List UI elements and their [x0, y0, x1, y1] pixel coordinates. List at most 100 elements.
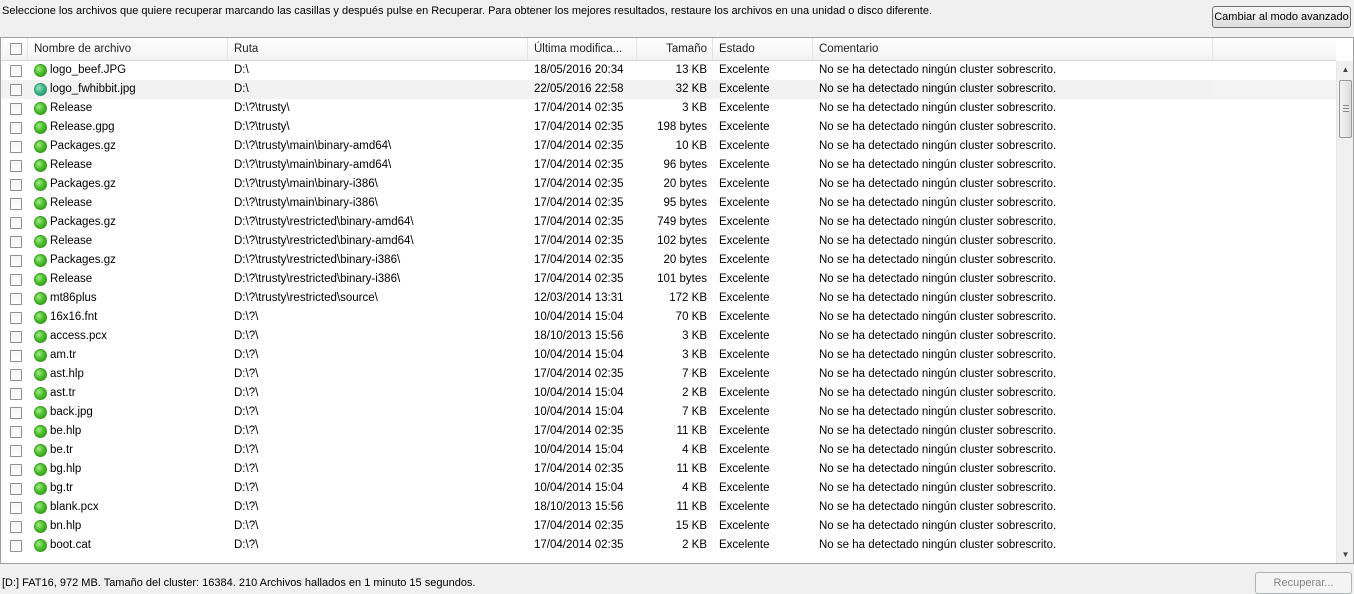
file-name: Release: [50, 235, 93, 247]
file-name: Release.gpg: [50, 121, 115, 133]
row-checkbox[interactable]: [10, 274, 22, 286]
table-row[interactable]: be.hlp D:\?\ 17/04/2014 02:35 11 KB Excelent…: [1, 422, 1336, 441]
table-row[interactable]: Packages.gz D:\?\trusty\main\binary-amd64…: [1, 137, 1336, 156]
file-date: 18/05/2016 20:34: [534, 64, 624, 76]
row-checkbox[interactable]: [10, 312, 22, 324]
scrollbar-thumb[interactable]: [1339, 80, 1352, 138]
file-state: Excelente: [719, 330, 770, 342]
table-row[interactable]: boot.cat D:\?\ 17/04/2014 02:35 2 KB Excelen…: [1, 536, 1336, 555]
row-checkbox[interactable]: [10, 388, 22, 400]
table-row[interactable]: be.tr D:\?\ 10/04/2014 15:04 4 KB Excelente N…: [1, 441, 1336, 460]
table-row[interactable]: back.jpg D:\?\ 10/04/2014 15:04 7 KB Excelen…: [1, 403, 1336, 422]
table-row[interactable]: bg.tr D:\?\ 10/04/2014 15:04 4 KB Excelente N…: [1, 479, 1336, 498]
row-checkbox[interactable]: [10, 255, 22, 267]
row-checkbox[interactable]: [10, 426, 22, 438]
table-row[interactable]: Packages.gz D:\?\trusty\restricted\binary…: [1, 251, 1336, 270]
row-checkbox[interactable]: [10, 445, 22, 457]
file-comment: No se ha detectado ningún cluster sobres…: [819, 425, 1057, 437]
table-row[interactable]: Release D:\?\trusty\restricted\binary-i38…: [1, 270, 1336, 289]
row-checkbox[interactable]: [10, 502, 22, 514]
table-row[interactable]: Release D:\?\trusty\ 17/04/2014 02:35 3 KB E…: [1, 99, 1336, 118]
file-state: Excelente: [719, 254, 770, 266]
row-checkbox[interactable]: [10, 464, 22, 476]
row-checkbox[interactable]: [10, 141, 22, 153]
table-row[interactable]: ast.tr D:\?\ 10/04/2014 15:04 2 KB Excelente…: [1, 384, 1336, 403]
column-header-state[interactable]: Estado: [713, 38, 813, 60]
file-size: 10 KB: [675, 140, 707, 152]
file-state: Excelente: [719, 425, 770, 437]
table-row[interactable]: ast.hlp D:\?\ 17/04/2014 02:35 7 KB Excelent…: [1, 365, 1336, 384]
row-checkbox[interactable]: [10, 103, 22, 115]
row-checkbox[interactable]: [10, 521, 22, 533]
scroll-down-arrow-icon[interactable]: ▼: [1337, 546, 1353, 563]
column-header-path[interactable]: Ruta: [228, 38, 528, 60]
table-row[interactable]: Release D:\?\trusty\main\binary-i386\ 17/0…: [1, 194, 1336, 213]
advanced-mode-button[interactable]: Cambiar al modo avanzado: [1212, 6, 1351, 28]
row-checkbox[interactable]: [10, 369, 22, 381]
table-row[interactable]: Release D:\?\trusty\restricted\binary-amd…: [1, 232, 1336, 251]
row-checkbox[interactable]: [10, 122, 22, 134]
status-ok-icon: [34, 520, 47, 533]
file-name: back.jpg: [50, 406, 93, 418]
row-checkbox[interactable]: [10, 179, 22, 191]
table-row[interactable]: access.pcx D:\?\ 18/10/2013 15:56 3 KB Excel…: [1, 327, 1336, 346]
file-comment: No se ha detectado ningún cluster sobres…: [819, 501, 1057, 513]
status-ok-icon: [34, 463, 47, 476]
select-all-checkbox[interactable]: [10, 43, 22, 55]
row-checkbox[interactable]: [10, 217, 22, 229]
table-row[interactable]: Release.gpg D:\?\trusty\ 17/04/2014 02:35 1…: [1, 118, 1336, 137]
file-name: Release: [50, 159, 93, 171]
table-row[interactable]: blank.pcx D:\?\ 18/10/2013 15:56 11 KB Excel…: [1, 498, 1336, 517]
row-checkbox[interactable]: [10, 293, 22, 305]
file-size: 2 KB: [682, 387, 707, 399]
column-header-date[interactable]: Última modifica...: [528, 38, 637, 60]
table-row[interactable]: bg.hlp D:\?\ 17/04/2014 02:35 11 KB Excelent…: [1, 460, 1336, 479]
file-list[interactable]: Nombre de archivo Ruta Última modifica..…: [0, 37, 1354, 564]
file-comment: No se ha detectado ningún cluster sobres…: [819, 159, 1057, 171]
file-date: 17/04/2014 02:35: [534, 140, 624, 152]
file-path: D:\?\: [234, 368, 259, 380]
row-checkbox[interactable]: [10, 350, 22, 362]
column-header-size[interactable]: Tamaño: [637, 38, 713, 60]
row-checkbox[interactable]: [10, 483, 22, 495]
table-row[interactable]: Packages.gz D:\?\trusty\restricted\binary…: [1, 213, 1336, 232]
table-row[interactable]: logo_fwhibbit.jpg D:\ 22/05/2016 22:58 32 K…: [1, 80, 1336, 99]
row-checkbox[interactable]: [10, 65, 22, 77]
table-row[interactable]: logo_beef.JPG D:\ 18/05/2016 20:34 13 KB Exc…: [1, 61, 1336, 80]
file-name: logo_fwhibbit.jpg: [50, 83, 136, 95]
table-row[interactable]: 16x16.fnt D:\?\ 10/04/2014 15:04 70 KB Excel…: [1, 308, 1336, 327]
row-checkbox[interactable]: [10, 540, 22, 552]
file-size: 172 KB: [669, 292, 707, 304]
row-checkbox[interactable]: [10, 236, 22, 248]
file-comment: No se ha detectado ningún cluster sobres…: [819, 64, 1057, 76]
status-ok-icon: [34, 102, 47, 115]
file-size: 95 bytes: [663, 197, 707, 209]
row-checkbox[interactable]: [10, 84, 22, 96]
vertical-scrollbar[interactable]: ▲ ▼: [1336, 61, 1353, 563]
status-bar: [D:] FAT16, 972 MB. Tamaño del cluster: …: [0, 570, 1354, 591]
file-name: ast.hlp: [50, 368, 84, 380]
table-row[interactable]: Release D:\?\trusty\main\binary-amd64\ 17/…: [1, 156, 1336, 175]
file-name: logo_beef.JPG: [50, 64, 127, 76]
header-checkbox-cell[interactable]: [1, 38, 28, 60]
row-checkbox[interactable]: [10, 407, 22, 419]
table-row[interactable]: bn.hlp D:\?\ 17/04/2014 02:35 15 KB Excelent…: [1, 517, 1336, 536]
table-row[interactable]: mt86plus D:\?\trusty\restricted\source\ 12…: [1, 289, 1336, 308]
file-name: Packages.gz: [50, 140, 116, 152]
file-comment: No se ha detectado ningún cluster sobres…: [819, 197, 1057, 209]
column-header-comment[interactable]: Comentario: [813, 38, 1213, 60]
file-size: 3 KB: [682, 330, 707, 342]
row-checkbox[interactable]: [10, 160, 22, 172]
file-path: D:\?\: [234, 406, 259, 418]
status-ok-icon: [34, 539, 47, 552]
scroll-up-arrow-icon[interactable]: ▲: [1337, 61, 1353, 78]
row-checkbox[interactable]: [10, 331, 22, 343]
file-name: bn.hlp: [50, 520, 82, 532]
row-checkbox[interactable]: [10, 198, 22, 210]
table-row[interactable]: Packages.gz D:\?\trusty\main\binary-i386\…: [1, 175, 1336, 194]
column-header-name[interactable]: Nombre de archivo: [28, 38, 228, 60]
file-size: 15 KB: [675, 520, 707, 532]
file-date: 12/03/2014 13:31: [534, 292, 624, 304]
table-row[interactable]: am.tr D:\?\ 10/04/2014 15:04 3 KB Excelente N…: [1, 346, 1336, 365]
file-name: be.hlp: [50, 425, 82, 437]
